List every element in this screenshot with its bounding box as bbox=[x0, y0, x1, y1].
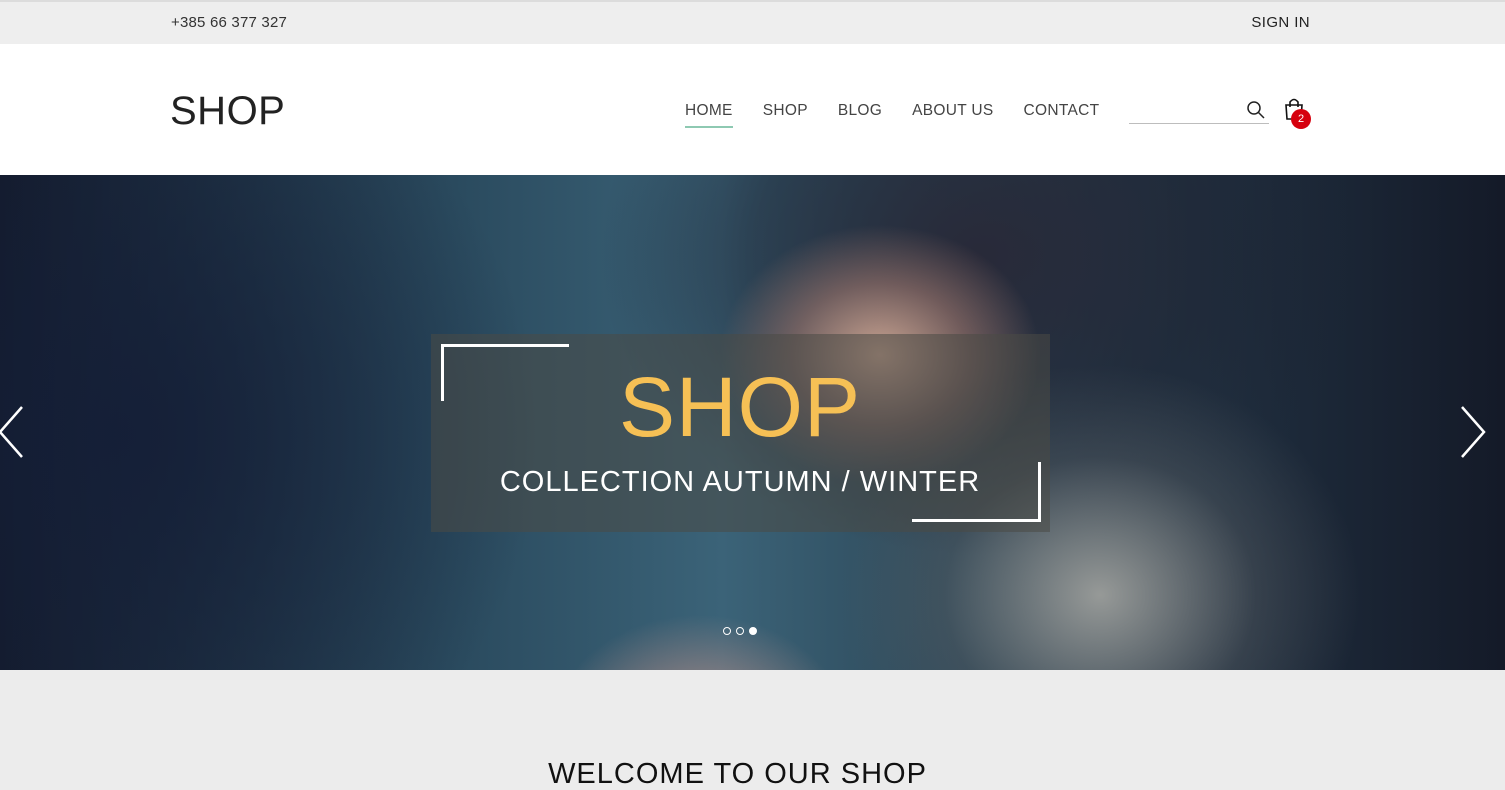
slider-dot-2[interactable] bbox=[736, 627, 744, 635]
phone-number: +385 66 377 327 bbox=[171, 14, 288, 31]
slider-prev-arrow-icon[interactable] bbox=[0, 405, 26, 459]
search-box bbox=[1129, 99, 1269, 124]
nav-item-home[interactable]: HOME bbox=[685, 102, 733, 128]
cart-button[interactable]: 2 bbox=[1283, 97, 1313, 129]
slider-dot-1[interactable] bbox=[723, 627, 731, 635]
nav-item-contact[interactable]: CONTACT bbox=[1023, 102, 1099, 128]
nav-item-blog[interactable]: BLOG bbox=[838, 102, 882, 128]
slider-next-arrow-icon[interactable] bbox=[1458, 405, 1488, 459]
hero-title: SHOP bbox=[618, 360, 862, 454]
nav-item-about-us[interactable]: ABOUT US bbox=[912, 102, 993, 128]
welcome-heading: WELCOME TO OUR SHOP bbox=[548, 758, 927, 790]
sign-in-link[interactable]: SIGN IN bbox=[1251, 14, 1310, 31]
site-logo[interactable]: SHOP bbox=[170, 91, 285, 131]
site-header: SHOP HOME SHOP BLOG ABOUT US CONTACT 2 bbox=[0, 44, 1505, 175]
slider-dot-3[interactable] bbox=[749, 627, 757, 635]
search-icon[interactable] bbox=[1246, 100, 1266, 120]
slider-dots bbox=[723, 627, 762, 635]
hero-subtitle: COLLECTION AUTUMN / WINTER bbox=[499, 466, 981, 498]
main-nav: HOME SHOP BLOG ABOUT US CONTACT bbox=[685, 102, 1129, 128]
cart-count-badge: 2 bbox=[1291, 109, 1311, 129]
hero-slider: SHOP COLLECTION AUTUMN / WINTER bbox=[0, 175, 1505, 670]
search-input[interactable] bbox=[1129, 99, 1245, 123]
nav-item-shop[interactable]: SHOP bbox=[763, 102, 808, 128]
top-bar: +385 66 377 327 SIGN IN bbox=[0, 0, 1505, 44]
